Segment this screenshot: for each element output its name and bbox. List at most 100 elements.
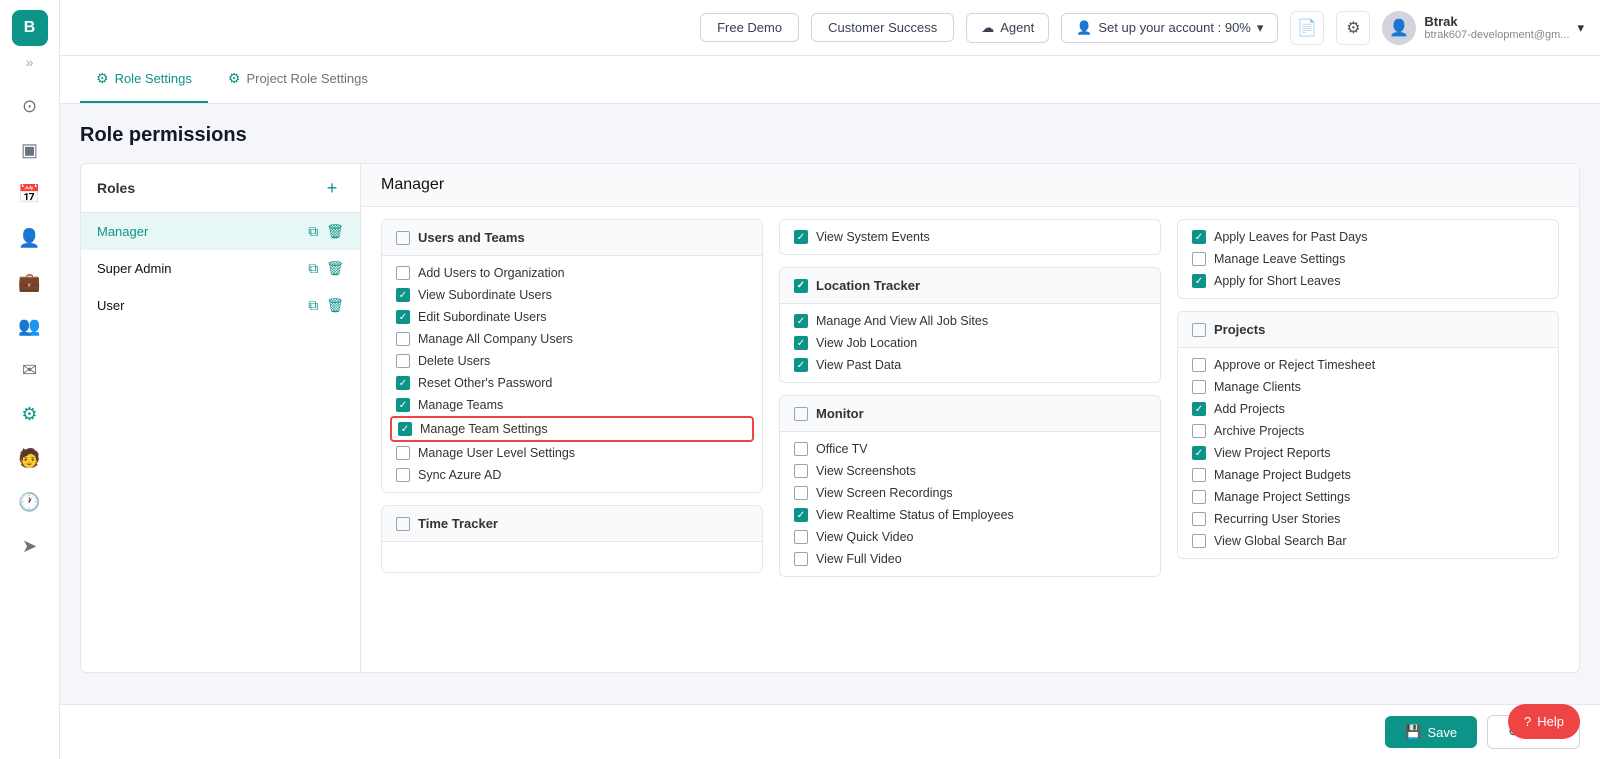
- cb-apply-short-leaves[interactable]: ✓: [1192, 274, 1206, 288]
- cb-archive-projects[interactable]: [1192, 424, 1206, 438]
- perm-item: ✓ View Realtime Status of Employees: [794, 508, 1146, 522]
- perm-item: ✓ View Job Location: [794, 336, 1146, 350]
- cb-projects-header[interactable]: [1192, 323, 1206, 337]
- copy-role-icon-user[interactable]: ⧉: [308, 297, 318, 314]
- perm-item: ✓ View System Events: [794, 230, 1146, 244]
- user-menu[interactable]: 👤 Btrak btrak607-development@gm... ▾: [1382, 11, 1584, 45]
- sidebar-item-calendar[interactable]: 📅: [10, 174, 50, 214]
- customer-success-button[interactable]: Customer Success: [811, 13, 954, 42]
- sidebar-item-tv[interactable]: ▣: [10, 130, 50, 170]
- perm-card-location-tracker: ✓ Location Tracker ✓ Manage And View All…: [779, 267, 1161, 383]
- sidebar-item-mail[interactable]: ✉: [10, 350, 50, 390]
- sidebar-item-home[interactable]: ⊙: [10, 86, 50, 126]
- cb-monitor-header[interactable]: [794, 407, 808, 421]
- perm-item: ✓ View Subordinate Users: [396, 288, 748, 302]
- perm-item: Sync Azure AD: [396, 468, 748, 482]
- cb-manage-job-sites[interactable]: ✓: [794, 314, 808, 328]
- tab-project-role-settings[interactable]: ⚙ Project Role Settings: [212, 56, 384, 103]
- perm-item: Approve or Reject Timesheet: [1192, 358, 1544, 372]
- delete-role-icon-super-admin[interactable]: 🗑: [326, 260, 344, 277]
- tab-role-settings-icon: ⚙: [96, 70, 109, 87]
- cb-view-subordinate[interactable]: ✓: [396, 288, 410, 302]
- help-button[interactable]: ? Help: [1508, 704, 1580, 739]
- perm-col-3: ✓ Apply Leaves for Past Days Manage Leav…: [1169, 219, 1567, 672]
- perm-card-projects: Projects Approve or Reject Timesheet: [1177, 311, 1559, 559]
- perm-item: ✓ Apply for Short Leaves: [1192, 274, 1544, 288]
- role-item-super-admin[interactable]: Super Admin ⧉ 🗑: [81, 250, 360, 287]
- cb-view-screen-recordings[interactable]: [794, 486, 808, 500]
- user-email: btrak607-development@gm...: [1424, 29, 1569, 41]
- roles-sidebar: Roles + Manager ⧉ 🗑 Super Admin ⧉: [81, 164, 361, 672]
- perm-card-partial-top: ✓ View System Events: [779, 219, 1161, 255]
- agent-button[interactable]: ☁ Agent: [966, 13, 1049, 43]
- cb-manage-teams[interactable]: ✓: [396, 398, 410, 412]
- cb-manage-project-budgets[interactable]: [1192, 468, 1206, 482]
- cb-view-full-video[interactable]: [794, 552, 808, 566]
- perm-item: Manage All Company Users: [396, 332, 748, 346]
- perm-item: View Screenshots: [794, 464, 1146, 478]
- cb-view-realtime-status[interactable]: ✓: [794, 508, 808, 522]
- dropdown-icon: ▾: [1257, 20, 1264, 36]
- cb-users-teams-header[interactable]: [396, 231, 410, 245]
- save-button[interactable]: 💾 Save: [1385, 716, 1477, 748]
- doc-icon-button[interactable]: 📄: [1290, 11, 1324, 45]
- add-role-button[interactable]: +: [320, 176, 344, 200]
- sidebar-item-send[interactable]: ➤: [10, 526, 50, 566]
- cb-add-users[interactable]: [396, 266, 410, 280]
- sidebar-item-briefcase[interactable]: 💼: [10, 262, 50, 302]
- cb-view-system-events[interactable]: ✓: [794, 230, 808, 244]
- perm-item: Manage Project Budgets: [1192, 468, 1544, 482]
- role-item-manager[interactable]: Manager ⧉ 🗑: [81, 213, 360, 250]
- cb-view-global-search-bar[interactable]: [1192, 534, 1206, 548]
- perm-item: Manage Leave Settings: [1192, 252, 1544, 266]
- cb-apply-leaves-past[interactable]: ✓: [1192, 230, 1206, 244]
- cb-edit-subordinate[interactable]: ✓: [396, 310, 410, 324]
- sidebar-item-clock[interactable]: 🕐: [10, 482, 50, 522]
- cb-reset-password[interactable]: ✓: [396, 376, 410, 390]
- setup-icon: 👤: [1076, 20, 1092, 36]
- sidebar-item-user2[interactable]: 🧑: [10, 438, 50, 478]
- perm-item: Office TV: [794, 442, 1146, 456]
- perm-item: Archive Projects: [1192, 424, 1544, 438]
- cb-manage-all-users[interactable]: [396, 332, 410, 346]
- perm-item: ✓ View Project Reports: [1192, 446, 1544, 460]
- cb-approve-reject-timesheet[interactable]: [1192, 358, 1206, 372]
- free-demo-button[interactable]: Free Demo: [700, 13, 799, 42]
- cb-view-job-location[interactable]: ✓: [794, 336, 808, 350]
- sidebar-item-person[interactable]: 👤: [10, 218, 50, 258]
- role-item-user[interactable]: User ⧉ 🗑: [81, 287, 360, 324]
- sidebar-item-team[interactable]: 👥: [10, 306, 50, 346]
- cb-manage-team-settings[interactable]: ✓: [398, 422, 412, 436]
- copy-role-icon-super-admin[interactable]: ⧉: [308, 260, 318, 277]
- tab-role-settings[interactable]: ⚙ Role Settings: [80, 56, 208, 103]
- perm-item: Add Users to Organization: [396, 266, 748, 280]
- cb-manage-clients[interactable]: [1192, 380, 1206, 394]
- cb-manage-leave-settings[interactable]: [1192, 252, 1206, 266]
- sidebar-expand-icon[interactable]: »: [26, 54, 34, 70]
- cb-view-screenshots[interactable]: [794, 464, 808, 478]
- setup-button[interactable]: 👤 Set up your account : 90% ▾: [1061, 13, 1278, 43]
- perm-item: View Quick Video: [794, 530, 1146, 544]
- save-icon: 💾: [1405, 724, 1421, 740]
- delete-role-icon-manager[interactable]: 🗑: [326, 223, 344, 240]
- cb-manage-project-settings[interactable]: [1192, 490, 1206, 504]
- copy-role-icon-manager[interactable]: ⧉: [308, 223, 318, 240]
- delete-role-icon-user[interactable]: 🗑: [326, 297, 344, 314]
- cb-office-tv[interactable]: [794, 442, 808, 456]
- cb-view-past-data[interactable]: ✓: [794, 358, 808, 372]
- cb-manage-user-level[interactable]: [396, 446, 410, 460]
- cb-add-projects[interactable]: ✓: [1192, 402, 1206, 416]
- perm-card-monitor: Monitor Office TV View Scre: [779, 395, 1161, 577]
- cb-sync-azure[interactable]: [396, 468, 410, 482]
- cb-time-tracker-header[interactable]: [396, 517, 410, 531]
- cb-location-header[interactable]: ✓: [794, 279, 808, 293]
- perm-card-leaves-partial: ✓ Apply Leaves for Past Days Manage Leav…: [1177, 219, 1559, 299]
- cb-view-quick-video[interactable]: [794, 530, 808, 544]
- gear-icon-button[interactable]: ⚙: [1336, 11, 1370, 45]
- cb-recurring-user-stories[interactable]: [1192, 512, 1206, 526]
- perm-item: ✓ View Past Data: [794, 358, 1146, 372]
- perm-card-users-teams: Users and Teams Add Users to Organizatio…: [381, 219, 763, 493]
- cb-delete-users[interactable]: [396, 354, 410, 368]
- sidebar-item-settings[interactable]: ⚙: [10, 394, 50, 434]
- cb-view-project-reports[interactable]: ✓: [1192, 446, 1206, 460]
